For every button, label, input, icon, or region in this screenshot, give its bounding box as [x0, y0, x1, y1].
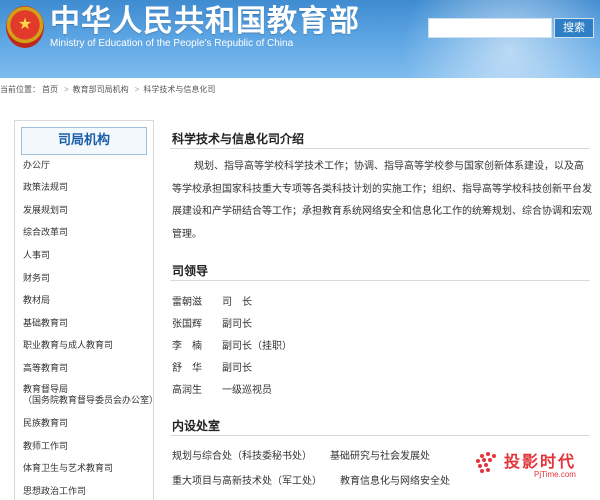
sidebar-item[interactable]: 职业教育与成人教育司	[23, 341, 113, 352]
sidebar-item[interactable]: 财务司	[23, 274, 50, 285]
dept-link[interactable]: 基础研究与社会发展处	[330, 447, 430, 462]
sidebar-item[interactable]: 思想政治工作司	[23, 487, 86, 498]
sidebar-item[interactable]: 体育卫生与艺术教育司	[23, 464, 113, 475]
leaders-title: 司领导	[172, 264, 209, 278]
leader-name[interactable]: 雷朝滋	[172, 293, 202, 308]
site-header: ★ 中华人民共和国教育部 Ministry of Education of th…	[0, 0, 600, 78]
breadcrumb-separator: >	[134, 85, 140, 94]
sidebar-title: 司局机构	[21, 127, 147, 155]
sidebar-item[interactable]: 教育督导局 （国务院教育督导委员会办公室）	[23, 385, 158, 407]
sidebar-item[interactable]: 办公厅	[23, 161, 50, 172]
leader-name[interactable]: 李 楠	[172, 337, 202, 352]
leader-role: 副司长	[222, 319, 252, 330]
divider	[170, 435, 590, 436]
leader-name[interactable]: 高润生	[172, 381, 202, 396]
sidebar: 司局机构 办公厅 政策法规司 发展规划司 综合改革司 人事司 财务司 教材局 基…	[14, 120, 158, 500]
sidebar-item-sublabel: （国务院教育督导委员会办公室）	[23, 396, 159, 406]
dept-link[interactable]: 教育信息化与网络安全处	[340, 472, 450, 487]
breadcrumb-current[interactable]: 科学技术与信息化司	[143, 85, 215, 94]
watermark-url: PjTime.com	[534, 470, 576, 479]
sidebar-item[interactable]: 政策法规司	[23, 183, 68, 194]
leader-role: 副司长	[222, 363, 252, 374]
sidebar-item[interactable]: 教材局	[23, 296, 50, 307]
sidebar-item-label: 教育督导局	[23, 385, 69, 395]
search-input[interactable]	[428, 18, 552, 38]
dept-link[interactable]: 重大项目与高新技术处（军工处）	[172, 472, 322, 487]
sidebar-item[interactable]: 基础教育司	[23, 319, 68, 330]
divider	[170, 280, 590, 281]
breadcrumb: 当前位置： 首页 > 教育部司局机构 > 科学技术与信息化司	[0, 84, 600, 98]
watermark-text: 投影时代	[504, 452, 577, 471]
breadcrumb-prefix: 当前位置：	[0, 85, 40, 94]
breadcrumb-separator: >	[64, 85, 69, 94]
sidebar-item[interactable]: 综合改革司	[23, 228, 68, 239]
sidebar-item[interactable]: 民族教育司	[23, 419, 68, 430]
watermark: 投影时代 PjTime.com	[472, 448, 600, 488]
intro-title: 科学技术与信息化司介绍	[172, 132, 305, 146]
star-icon: ★	[17, 14, 33, 33]
leader-role: 一级巡视员	[222, 385, 272, 396]
dept-link[interactable]: 规划与综合处（科技委秘书处）	[172, 447, 312, 462]
site-title[interactable]: 中华人民共和国教育部	[50, 4, 360, 40]
leader-role: 司 长	[222, 297, 252, 308]
sidebar-item[interactable]: 发展规划司	[23, 206, 68, 217]
sidebar-item[interactable]: 人事司	[23, 251, 50, 262]
watermark-logo-icon	[476, 452, 496, 473]
divider	[170, 148, 590, 149]
header-flare	[380, 0, 600, 78]
depts-title: 内设处室	[172, 419, 221, 433]
leader-name[interactable]: 舒 华	[172, 359, 202, 374]
sidebar-item[interactable]: 高等教育司	[23, 364, 68, 375]
search-button[interactable]: 搜索	[554, 18, 594, 38]
national-emblem-icon[interactable]: ★	[6, 6, 44, 48]
leader-name[interactable]: 张国辉	[172, 315, 202, 330]
intro-text: 规划、指导高等学校科学技术工作；协调、指导高等学校参与国家创新体系建设，以及高等…	[172, 161, 592, 240]
breadcrumb-home[interactable]: 首页	[42, 85, 58, 94]
breadcrumb-item[interactable]: 教育部司局机构	[73, 85, 129, 94]
leader-role: 副司长（挂职）	[222, 341, 292, 352]
sidebar-item[interactable]: 教师工作司	[23, 442, 68, 453]
site-subtitle: Ministry of Education of the People's Re…	[50, 38, 294, 49]
